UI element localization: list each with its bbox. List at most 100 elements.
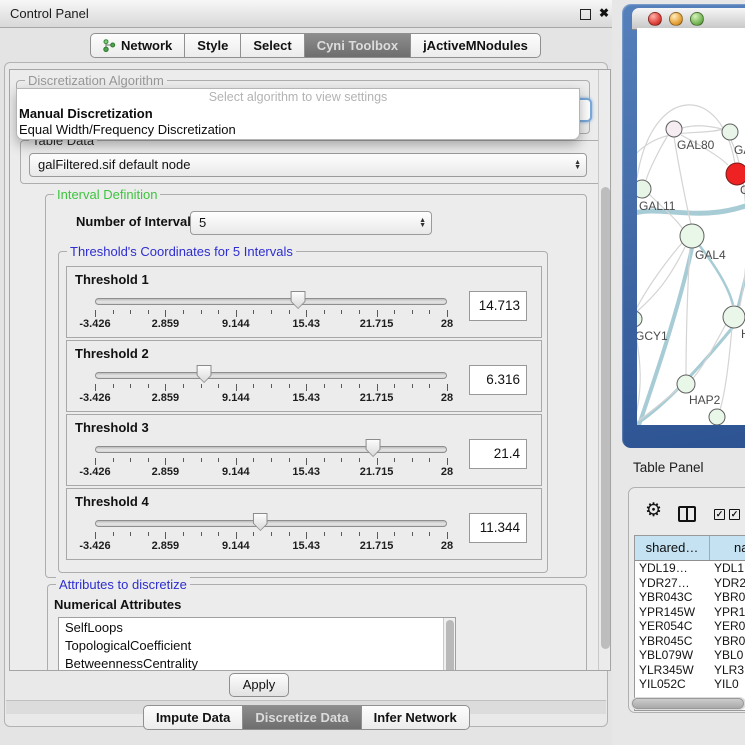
table-cell[interactable]: YLR3 bbox=[710, 663, 745, 678]
apply-button[interactable]: Apply bbox=[229, 673, 289, 697]
column-header-name[interactable]: na bbox=[710, 536, 745, 560]
slider-track[interactable] bbox=[95, 520, 447, 527]
slider-track[interactable] bbox=[95, 298, 447, 305]
tab-style[interactable]: Style bbox=[184, 33, 241, 58]
table-cell[interactable]: YBR043C bbox=[635, 590, 710, 605]
control-panel-window: Control Panel Network Style Select Cyni … bbox=[0, 0, 612, 745]
column-header-shared-name[interactable]: shared… bbox=[635, 536, 710, 560]
node-attribute-table[interactable]: shared… na YDL19…YDL1YDR27…YDR2YBR043CYB… bbox=[634, 535, 745, 711]
table-row[interactable]: YBR043CYBR0 bbox=[635, 590, 745, 605]
threshold-value-field[interactable]: 11.344 bbox=[469, 513, 527, 543]
scrollbar-thumb[interactable] bbox=[632, 698, 744, 709]
numerical-attributes-list[interactable]: SelfLoopsTopologicalCoefficientBetweenne… bbox=[58, 617, 456, 671]
minimize-traffic-light-icon[interactable] bbox=[669, 12, 683, 26]
network-node[interactable] bbox=[637, 311, 642, 327]
combobox-value: 5 bbox=[199, 215, 206, 230]
slider-thumb[interactable] bbox=[197, 365, 212, 383]
tab-label: Select bbox=[253, 38, 291, 53]
table-cell[interactable]: YLR345W bbox=[635, 663, 710, 678]
slider-ticks bbox=[95, 310, 447, 318]
network-node[interactable] bbox=[723, 306, 745, 328]
table-cell[interactable]: YBR045C bbox=[635, 634, 710, 649]
table-data-combobox[interactable]: galFiltered.sif default node bbox=[29, 153, 587, 177]
threshold-value-field[interactable]: 14.713 bbox=[469, 291, 527, 321]
settings-scrollbar[interactable] bbox=[598, 70, 611, 671]
combobox-value: galFiltered.sif default node bbox=[38, 157, 190, 172]
table-cell[interactable]: YER054C bbox=[635, 619, 710, 634]
checkbox-icon[interactable] bbox=[729, 509, 740, 520]
table-cell[interactable]: YBR0 bbox=[710, 634, 745, 649]
scale-tick-label: -3.426 bbox=[79, 318, 110, 330]
attribute-list-item[interactable]: BetweennessCentrality bbox=[59, 654, 455, 671]
network-node[interactable] bbox=[666, 121, 682, 137]
slider-track[interactable] bbox=[95, 446, 447, 453]
attribute-list-item[interactable]: TopologicalCoefficient bbox=[59, 636, 455, 654]
scrollbar-thumb[interactable] bbox=[601, 187, 610, 649]
split-column-icon[interactable] bbox=[678, 506, 696, 522]
table-cell[interactable]: YDL1 bbox=[710, 561, 745, 576]
table-cell[interactable]: YDL19… bbox=[635, 561, 710, 576]
table-cell[interactable]: YDR27… bbox=[635, 576, 710, 591]
thresholds-coordinates-group: Threshold's Coordinates for 5 Intervals … bbox=[58, 251, 548, 573]
float-window-icon[interactable] bbox=[578, 7, 592, 21]
network-node[interactable] bbox=[709, 409, 725, 425]
tab-jactivemnodules[interactable]: jActiveMNodules bbox=[410, 33, 541, 58]
table-row[interactable]: YBL079WYBL0 bbox=[635, 648, 745, 663]
threshold-1-panel: Threshold 1 -3.4262.8599.14415.4321.7152… bbox=[66, 266, 542, 338]
network-node[interactable] bbox=[677, 375, 695, 393]
threshold-4-panel: Threshold 4 -3.4262.8599.14415.4321.7152… bbox=[66, 488, 542, 560]
number-of-intervals-combobox[interactable]: 5 bbox=[190, 211, 432, 235]
table-row[interactable]: YPR145WYPR1 bbox=[635, 605, 745, 620]
attribute-list-item[interactable]: SelfLoops bbox=[59, 618, 455, 636]
table-cell[interactable]: YER0 bbox=[710, 619, 745, 634]
slider-thumb[interactable] bbox=[366, 439, 381, 457]
table-row[interactable]: YER054CYER0 bbox=[635, 619, 745, 634]
slider-thumb[interactable] bbox=[253, 513, 268, 531]
network-node[interactable] bbox=[637, 180, 651, 198]
table-row[interactable]: YDL19…YDL1 bbox=[635, 561, 745, 576]
scrollbar-thumb[interactable] bbox=[446, 620, 454, 671]
group-title: Interval Definition bbox=[54, 187, 160, 202]
table-cell[interactable]: YPR145W bbox=[635, 605, 710, 620]
tab-cyni-toolbox[interactable]: Cyni Toolbox bbox=[304, 33, 411, 58]
zoom-traffic-light-icon[interactable] bbox=[690, 12, 704, 26]
table-cell[interactable]: YIL0 bbox=[710, 677, 745, 692]
scale-tick-label: 28 bbox=[441, 540, 453, 552]
close-icon[interactable] bbox=[597, 7, 611, 21]
tab-select[interactable]: Select bbox=[240, 33, 304, 58]
tab-network[interactable]: Network bbox=[90, 33, 185, 58]
popup-item-equal-width-frequency[interactable]: Equal Width/Frequency Discretization bbox=[17, 122, 579, 138]
table-row[interactable]: YBR045CYBR0 bbox=[635, 634, 745, 649]
table-cell[interactable]: YBL0 bbox=[710, 648, 745, 663]
network-node[interactable] bbox=[726, 163, 745, 185]
threshold-value-field[interactable]: 21.4 bbox=[469, 439, 527, 469]
slider-scale-labels: -3.4262.8599.14415.4321.71528 bbox=[95, 466, 447, 478]
slider-track[interactable] bbox=[95, 372, 447, 379]
table-row[interactable]: YLR345WYLR3 bbox=[635, 663, 745, 678]
close-traffic-light-icon[interactable] bbox=[648, 12, 662, 26]
table-cell[interactable]: YBL079W bbox=[635, 648, 710, 663]
slider-thumb[interactable] bbox=[291, 291, 306, 309]
table-row[interactable]: YIL052CYIL0 bbox=[635, 677, 745, 692]
table-row[interactable]: YDR27…YDR2 bbox=[635, 576, 745, 591]
network-canvas[interactable]: GAL80GACGAL11GAL4GCY1HHAP2 bbox=[637, 28, 745, 425]
scale-tick-label: 28 bbox=[441, 392, 453, 404]
network-edge bbox=[646, 135, 668, 180]
gear-icon[interactable] bbox=[645, 501, 662, 520]
table-cell[interactable]: YBR0 bbox=[710, 590, 745, 605]
slider-ticks bbox=[95, 384, 447, 392]
table-cell[interactable]: YDR2 bbox=[710, 576, 745, 591]
network-window-titlebar[interactable] bbox=[632, 8, 745, 30]
table-horizontal-scrollbar[interactable] bbox=[631, 697, 745, 710]
network-node[interactable] bbox=[680, 224, 704, 248]
threshold-value-field[interactable]: 6.316 bbox=[469, 365, 527, 395]
table-cell[interactable]: YPR1 bbox=[710, 605, 745, 620]
list-scrollbar[interactable] bbox=[443, 618, 455, 671]
tab-infer-network[interactable]: Infer Network bbox=[361, 705, 470, 730]
checkbox-icon[interactable] bbox=[714, 509, 725, 520]
popup-item-manual-discretization[interactable]: Manual Discretization bbox=[17, 106, 579, 122]
network-node[interactable] bbox=[722, 124, 738, 140]
tab-discretize-data[interactable]: Discretize Data bbox=[242, 705, 361, 730]
table-cell[interactable]: YIL052C bbox=[635, 677, 710, 692]
tab-impute-data[interactable]: Impute Data bbox=[143, 705, 243, 730]
